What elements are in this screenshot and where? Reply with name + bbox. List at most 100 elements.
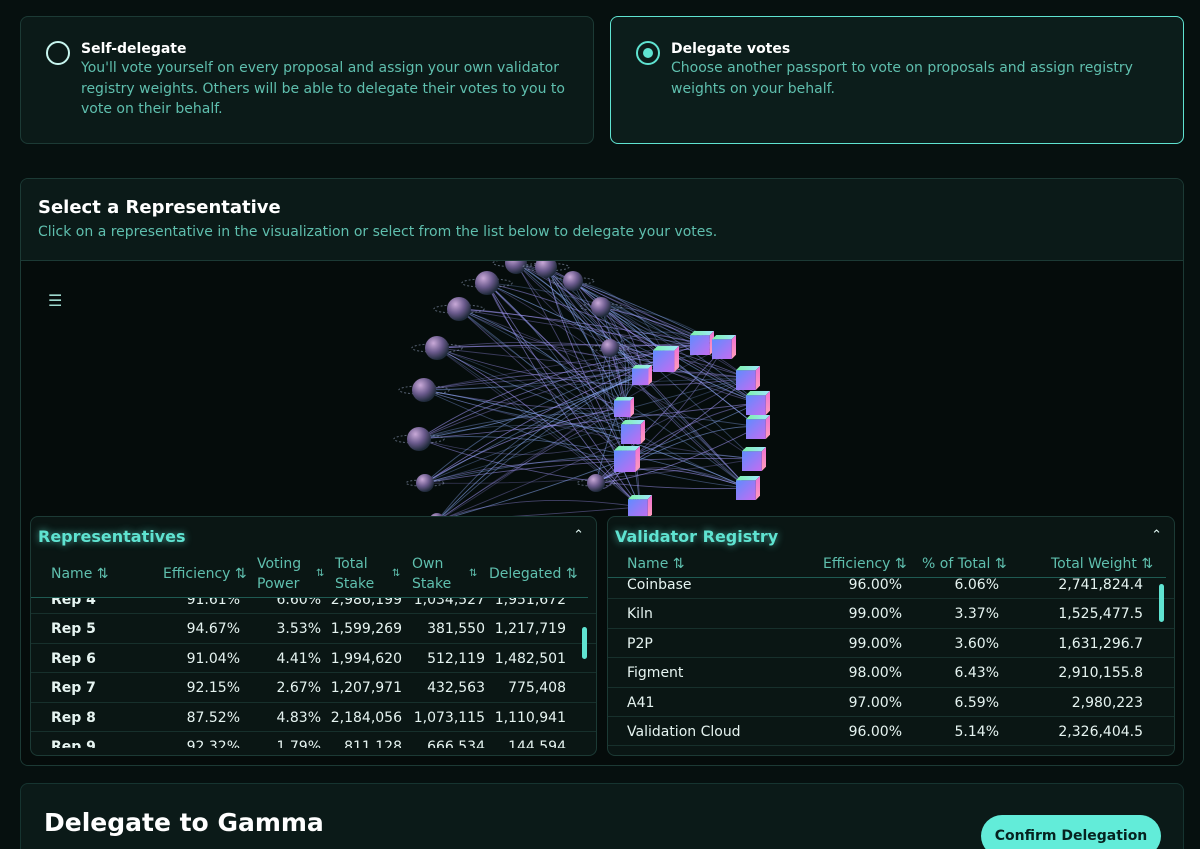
cell-efficiency: 97.00% <box>848 694 902 711</box>
validator-node[interactable] <box>690 331 714 355</box>
validator-node[interactable] <box>653 346 679 372</box>
validator-registry-table: Validator Registry ⌃ Name ⇅ Efficiency ⇅… <box>607 516 1175 756</box>
validator-node[interactable] <box>614 397 634 417</box>
cell-total-stake: 1,994,620 <box>330 650 402 667</box>
validator-node[interactable] <box>736 476 760 500</box>
table-row[interactable]: A41 97.00% 6.59% 2,980,223 <box>608 688 1174 717</box>
cell-own-stake: 666,534 <box>427 739 485 748</box>
cell-total-stake: 2,184,056 <box>330 709 402 726</box>
cell-pct-total: 6.06% <box>954 578 999 593</box>
col-total-stake-header[interactable]: Total Stake <box>335 554 385 594</box>
chevron-up-icon[interactable]: ⌃ <box>573 528 584 543</box>
sort-arrows-icon[interactable]: ⇅ <box>673 556 685 572</box>
hamburger-menu-icon[interactable]: ☰ <box>48 291 62 310</box>
table-row[interactable]: P2P 99.00% 3.60% 1,631,296.7 <box>608 629 1174 659</box>
cell-name: Rep 5 <box>51 621 96 638</box>
cell-total-stake: 811,128 <box>344 739 402 748</box>
validator-node[interactable] <box>746 391 770 415</box>
self-delegate-radio[interactable] <box>46 41 70 65</box>
sort-arrows-icon[interactable]: ⇅ <box>97 566 109 582</box>
cell-delegated: 1,217,719 <box>494 621 566 638</box>
col-delegated-header[interactable]: Delegated ⇅ <box>489 564 578 584</box>
col-name-header[interactable]: Name ⇅ <box>627 554 685 574</box>
validator-node[interactable] <box>614 446 640 472</box>
cell-total-weight: 1,631,296.7 <box>1058 635 1143 652</box>
col-total-weight-header[interactable]: Total Weight ⇅ <box>1051 554 1153 574</box>
delegate-votes-description: Choose another passport to vote on propo… <box>671 60 1133 97</box>
table-row[interactable]: Rep 8 87.52% 4.83% 2,184,056 1,073,115 1,110,… <box>31 703 596 732</box>
validator-scrollbar[interactable] <box>1159 584 1164 622</box>
cell-delegated: 144,594 <box>508 739 566 748</box>
cell-name: Validation Cloud <box>627 724 741 740</box>
table-row[interactable]: Coinbase 96.00% 6.06% 2,741,824.4 <box>608 578 1174 600</box>
cell-name: A41 <box>627 694 655 711</box>
cell-efficiency: 99.00% <box>848 635 902 652</box>
sort-arrows-icon[interactable]: ⇅ <box>995 556 1007 572</box>
sort-arrows-icon[interactable]: ⇅ <box>316 568 324 579</box>
cell-voting-power: 4.83% <box>276 709 321 726</box>
sort-arrows-icon[interactable]: ⇅ <box>235 566 247 582</box>
col-name-header[interactable]: Name ⇅ <box>51 564 109 584</box>
table-row[interactable]: Kiln 99.00% 3.37% 1,525,477.5 <box>608 599 1174 629</box>
cell-voting-power: 2.67% <box>276 680 321 697</box>
cell-own-stake: 1,073,115 <box>413 709 485 726</box>
col-voting-power-header[interactable]: Voting Power <box>257 554 313 594</box>
cell-pct-total: 6.43% <box>954 665 999 682</box>
self-delegate-description: You'll vote yourself on every proposal a… <box>81 60 565 117</box>
validator-node[interactable] <box>621 420 645 444</box>
col-pct-total-header[interactable]: % of Total ⇅ <box>922 554 1007 574</box>
representatives-table-body[interactable]: Rep 4 91.61% 6.60% 2,986,199 1,034,527 1,951,… <box>31 598 596 748</box>
table-row[interactable]: Validation Cloud 96.00% 5.14% 2,326,404.5 <box>608 717 1174 747</box>
representatives-table: Representatives ⌃ Name ⇅ Efficiency ⇅ Vo… <box>30 516 597 756</box>
col-efficiency-header[interactable]: Efficiency ⇅ <box>823 554 907 574</box>
validator-registry-title: Validator Registry <box>615 527 779 546</box>
table-row[interactable]: Rep 4 91.61% 6.60% 2,986,199 1,034,527 1,951,… <box>31 598 596 615</box>
col-efficiency-header[interactable]: Efficiency ⇅ <box>163 564 247 584</box>
delegate-panel-title: Delegate to Gamma <box>44 808 324 837</box>
cell-total-stake: 1,207,971 <box>330 680 402 697</box>
sort-arrows-icon[interactable]: ⇅ <box>1141 556 1153 572</box>
table-row[interactable]: Figment 98.00% 6.43% 2,910,155.8 <box>608 658 1174 688</box>
cell-name: Rep 9 <box>51 739 96 748</box>
validator-node[interactable] <box>736 366 760 390</box>
cell-delegated: 1,951,672 <box>494 598 566 608</box>
delegate-votes-title: Delegate votes <box>671 41 791 57</box>
sort-arrows-icon[interactable]: ⇅ <box>392 568 400 579</box>
cell-efficiency: 96.00% <box>848 578 902 593</box>
chevron-up-icon[interactable]: ⌃ <box>1151 528 1162 543</box>
cell-efficiency: 91.04% <box>186 650 240 667</box>
sort-arrows-icon[interactable]: ⇅ <box>566 566 578 582</box>
cell-name: Kiln <box>627 606 653 623</box>
table-row[interactable]: Rep 9 92.32% 1.79% 811,128 666,534 144,594 <box>31 732 596 748</box>
cell-efficiency: 87.52% <box>186 709 240 726</box>
select-representative-header: Select a Representative Click on a repre… <box>21 179 1183 261</box>
col-own-stake-header[interactable]: Own Stake <box>412 554 462 594</box>
cell-pct-total: 5.14% <box>954 724 999 740</box>
table-row[interactable]: Rep 7 92.15% 2.67% 1,207,971 432,563 775,408 <box>31 673 596 703</box>
cell-name: Coinbase <box>627 578 692 593</box>
validator-node[interactable] <box>632 365 652 385</box>
cell-efficiency: 99.00% <box>848 606 902 623</box>
cell-own-stake: 512,119 <box>427 650 485 667</box>
representative-node[interactable] <box>411 336 463 360</box>
validator-node[interactable] <box>742 447 766 471</box>
cell-efficiency: 98.00% <box>848 665 902 682</box>
delegate-votes-radio[interactable] <box>636 41 660 65</box>
validator-table-body[interactable]: Coinbase 96.00% 6.06% 2,741,824.4 Kiln 99.00%… <box>608 578 1174 748</box>
validator-node[interactable] <box>712 335 736 359</box>
cell-voting-power: 3.53% <box>276 621 321 638</box>
delegate-votes-option[interactable]: Delegate votes Choose another passport t… <box>610 16 1184 144</box>
sort-arrows-icon[interactable]: ⇅ <box>469 568 477 579</box>
cell-total-weight: 2,326,404.5 <box>1058 724 1143 740</box>
cell-total-stake: 1,599,269 <box>330 621 402 638</box>
validator-node[interactable] <box>746 415 770 439</box>
cell-pct-total: 3.37% <box>954 606 999 623</box>
table-row[interactable]: Rep 6 91.04% 4.41% 1,994,620 512,119 1,482,50… <box>31 644 596 674</box>
sort-arrows-icon[interactable]: ⇅ <box>895 556 907 572</box>
cell-total-weight: 2,910,155.8 <box>1058 665 1143 682</box>
representatives-scrollbar[interactable] <box>582 627 587 659</box>
confirm-delegation-button[interactable]: Confirm Delegation <box>981 815 1161 849</box>
self-delegate-option[interactable]: Self-delegate You'll vote yourself on ev… <box>20 16 594 144</box>
table-row[interactable]: Rep 5 94.67% 3.53% 1,599,269 381,550 1,217,71… <box>31 614 596 644</box>
cell-name: P2P <box>627 635 653 652</box>
